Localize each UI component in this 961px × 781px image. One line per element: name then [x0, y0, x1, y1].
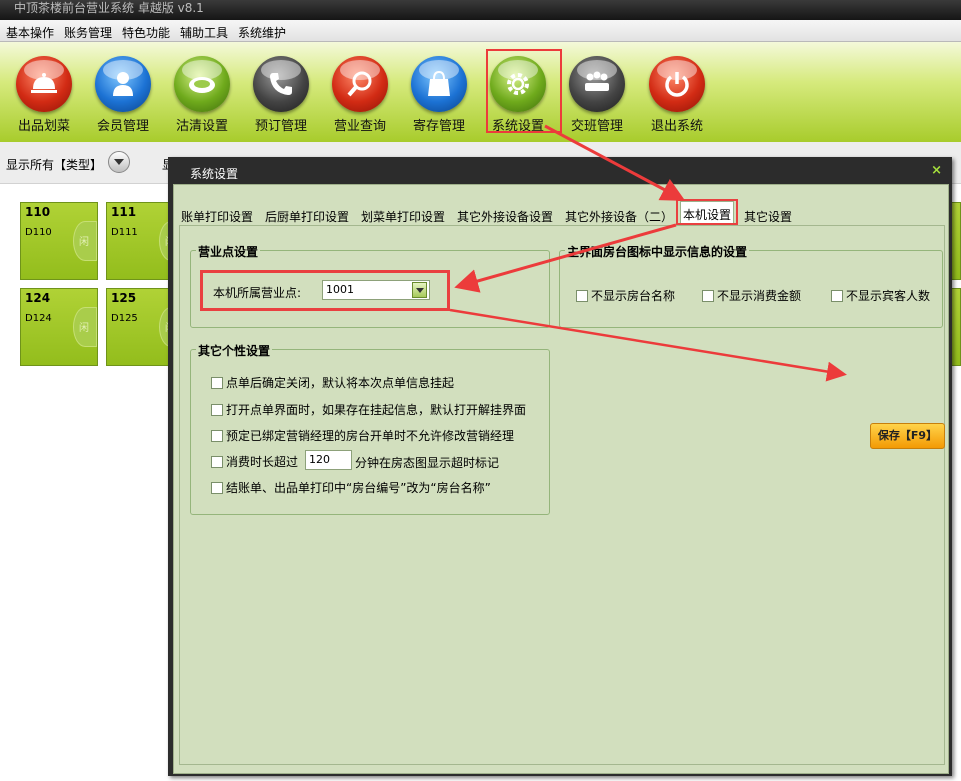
menu-special[interactable]: 特色功能 — [122, 24, 170, 41]
checkbox-option-4[interactable]: 消费时长超过 — [211, 453, 298, 470]
checkbox-hide-room-name[interactable]: 不显示房台名称 — [576, 287, 675, 304]
checkbox-option-3[interactable]: 预定已绑定营销经理的房台开单时不允许修改营销经理 — [211, 427, 514, 444]
room-code: D110 — [25, 227, 52, 238]
settings-dialog: 系统设置 × 账单打印设置 后厨单打印设置 划菜单打印设置 其它外接设备设置 其… — [168, 157, 952, 776]
tab-devices-2[interactable]: 其它外接设备（二） — [563, 205, 675, 225]
room-tile[interactable]: 124 D124 闲 — [20, 288, 98, 366]
toolbar-query-button[interactable]: 营业查询 — [321, 54, 399, 140]
toolbar-label: 交班管理 — [570, 119, 623, 134]
meeting-icon — [569, 56, 625, 112]
room-number: 124 — [25, 291, 51, 305]
display-group: 主界面房台图标中显示信息的设置 不显示房台名称 不显示消费金额 不显示宾客人数 — [559, 243, 943, 328]
user-icon — [95, 56, 151, 112]
annotation-highlight-settings — [486, 49, 562, 133]
toolbar-label: 会员管理 — [96, 119, 149, 134]
toolbar-shift-button[interactable]: 交班管理 — [558, 54, 636, 140]
cloche-icon — [16, 56, 72, 112]
magnifier-icon — [332, 56, 388, 112]
toolbar-storage-button[interactable]: 寄存管理 — [400, 54, 478, 140]
bag-icon — [411, 56, 467, 112]
room-tile[interactable]: 110 D110 闲 — [20, 202, 98, 280]
toolbar-dish-button[interactable]: 出品划菜 — [5, 54, 83, 140]
menubar: 基本操作 账务管理 特色功能 辅助工具 系统维护 — [0, 20, 961, 42]
room-code: D111 — [111, 227, 138, 238]
save-button[interactable]: 保存【F9】 — [870, 423, 945, 449]
checkbox-option-5[interactable]: 结账单、出品单打印中“房台编号”改为“房台名称” — [211, 479, 491, 496]
menu-tools[interactable]: 辅助工具 — [180, 24, 228, 41]
tab-bill-print[interactable]: 账单打印设置 — [179, 205, 255, 225]
tab-kitchen-print[interactable]: 后厨单打印设置 — [263, 205, 351, 225]
annotation-highlight-outlet — [200, 270, 450, 311]
toolbar-soldout-button[interactable]: 沽清设置 — [163, 54, 241, 140]
outlet-group-title: 营业点设置 — [196, 243, 261, 260]
toolbar-label: 沽清设置 — [175, 119, 228, 134]
menu-basic-ops[interactable]: 基本操作 — [6, 24, 54, 41]
filter-type-label: 显示所有【类型】 — [6, 158, 103, 172]
personal-group: 其它个性设置 点单后确定关闭，默认将本次点单信息挂起 打开点单界面时，如果存在挂… — [190, 342, 550, 515]
room-code: D125 — [111, 313, 138, 324]
room-number: 110 — [25, 205, 51, 219]
checkbox-hide-guests[interactable]: 不显示宾客人数 — [831, 287, 930, 304]
toolbar-exit-button[interactable]: 退出系统 — [638, 54, 716, 140]
status-seal-icon: 闲 — [73, 221, 97, 261]
checkbox-option-1[interactable]: 点单后确定关闭，默认将本次点单信息挂起 — [211, 374, 454, 391]
checkbox-option-2[interactable]: 打开点单界面时，如果存在挂起信息，默认打开解挂界面 — [211, 401, 526, 418]
room-number: 125 — [111, 291, 137, 305]
power-icon — [649, 56, 705, 112]
personal-group-title: 其它个性设置 — [196, 342, 273, 359]
dialog-title: 系统设置 — [190, 167, 239, 181]
room-code: D124 — [25, 313, 52, 324]
status-seal-icon: 闲 — [73, 307, 97, 347]
menu-maintenance[interactable]: 系统维护 — [238, 24, 286, 41]
toolbar-booking-button[interactable]: 预订管理 — [242, 54, 320, 140]
toolbar-label: 退出系统 — [650, 119, 703, 134]
app-title: 中顶茶楼前台营业系统 卓越版 v8.1 — [0, 0, 961, 20]
toolbar-label: 寄存管理 — [412, 119, 465, 134]
display-group-title: 主界面房台图标中显示信息的设置 — [565, 243, 750, 260]
close-icon[interactable]: × — [931, 163, 942, 178]
toolbar-member-button[interactable]: 会员管理 — [84, 54, 162, 140]
tab-dish-print[interactable]: 划菜单打印设置 — [359, 205, 447, 225]
toolbar-label: 营业查询 — [333, 119, 386, 134]
app-window: { "app": {"title": "中顶茶楼前台营业系统 卓越版 v8.1"… — [0, 0, 961, 781]
phone-icon — [253, 56, 309, 112]
toolbar-label: 出品划菜 — [17, 119, 70, 134]
main-toolbar: 出品划菜 会员管理 沽清设置 预订管理 营业查询 寄存管理 系统设置 交班管理 … — [0, 42, 961, 142]
tab-devices[interactable]: 其它外接设备设置 — [455, 205, 555, 225]
overtime-suffix: 分钟在房态图显示超时标记 — [355, 456, 500, 470]
filter-type-dropdown[interactable] — [108, 151, 130, 173]
toolbar-label: 预订管理 — [254, 119, 307, 134]
tab-other-settings[interactable]: 其它设置 — [742, 205, 794, 225]
annotation-highlight-tab — [676, 199, 738, 225]
overtime-minutes-input[interactable]: 120 — [305, 450, 352, 470]
room-number: 111 — [111, 205, 137, 219]
plate-icon — [174, 56, 230, 112]
menu-accounts[interactable]: 账务管理 — [64, 24, 112, 41]
checkbox-hide-amount[interactable]: 不显示消费金额 — [702, 287, 801, 304]
